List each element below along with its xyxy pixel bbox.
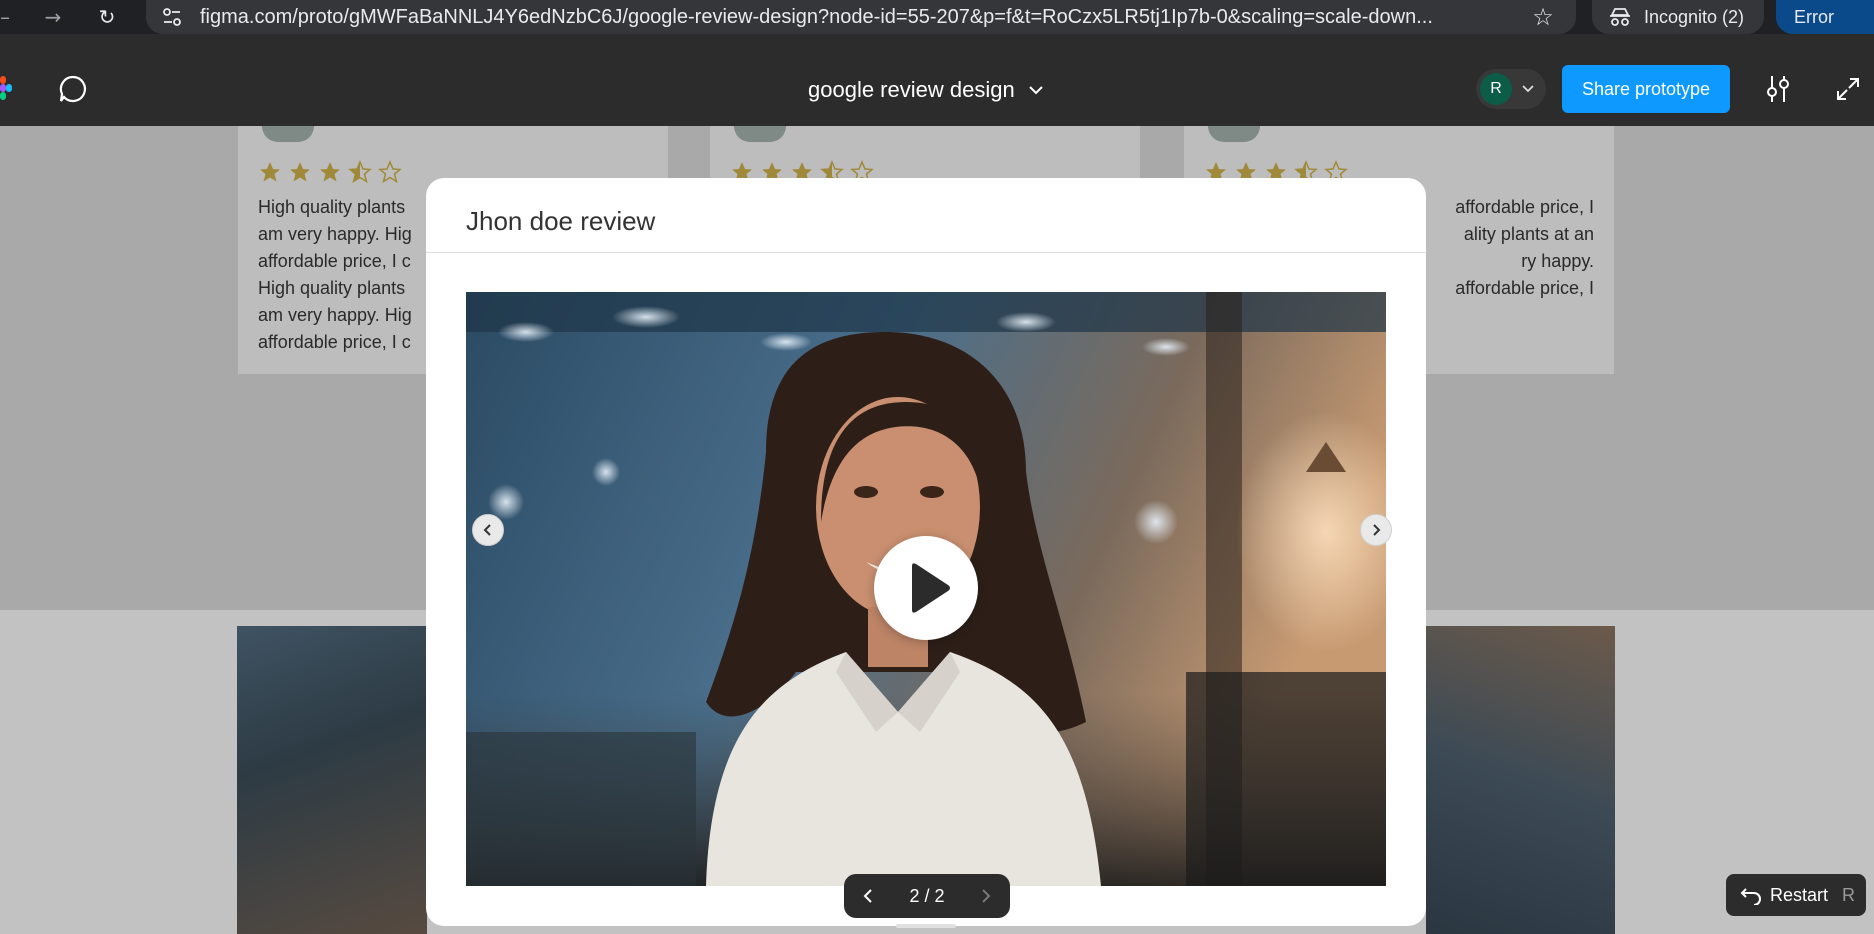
scroll-indicator bbox=[896, 924, 956, 928]
avatar: R bbox=[1480, 73, 1512, 105]
avatar bbox=[262, 126, 314, 142]
star-filled-icon bbox=[290, 162, 310, 182]
restart-shortcut: R bbox=[1842, 884, 1856, 905]
modal-divider bbox=[426, 252, 1426, 253]
avatar bbox=[734, 126, 786, 142]
restart-label: Restart bbox=[1770, 884, 1829, 905]
back-icon[interactable]: – bbox=[0, 4, 18, 30]
restart-button[interactable]: Restart R bbox=[1726, 874, 1866, 916]
restart-icon bbox=[1740, 888, 1761, 905]
file-title-dropdown[interactable]: google review design bbox=[808, 74, 1043, 106]
prototype-settings-icon[interactable] bbox=[1764, 74, 1792, 104]
star-filled-icon bbox=[260, 162, 280, 182]
profile-error-button[interactable]: Error bbox=[1776, 0, 1874, 34]
figma-logo-icon[interactable] bbox=[0, 76, 12, 100]
next-frame-icon[interactable] bbox=[980, 888, 992, 904]
browser-toolbar: – → ↻ figma.com/proto/gMWFaBaNNLJ4Y6edNz… bbox=[0, 0, 1874, 34]
play-button[interactable] bbox=[874, 536, 978, 640]
page-counter: 2 / 2 bbox=[909, 885, 945, 906]
comment-icon[interactable] bbox=[58, 74, 88, 104]
modal-title: Jhon doe review bbox=[466, 206, 656, 236]
collaborator-avatars[interactable]: R bbox=[1476, 69, 1546, 109]
incognito-label: Incognito (2) bbox=[1644, 6, 1745, 27]
carousel-next-button[interactable] bbox=[1360, 514, 1392, 546]
carousel-prev-button[interactable] bbox=[472, 514, 504, 546]
star-half-icon bbox=[348, 160, 372, 184]
background-video-thumbnail bbox=[237, 626, 427, 934]
avatar bbox=[1208, 126, 1260, 142]
play-icon bbox=[912, 563, 950, 613]
share-prototype-button[interactable]: Share prototype bbox=[1562, 65, 1730, 113]
chevron-right-icon bbox=[1373, 524, 1381, 536]
address-bar[interactable]: figma.com/proto/gMWFaBaNNLJ4Y6edNzbC6J/g… bbox=[146, 0, 1576, 34]
incognito-badge[interactable]: Incognito (2) bbox=[1592, 0, 1764, 34]
reload-icon[interactable]: ↻ bbox=[94, 4, 120, 30]
site-settings-icon[interactable] bbox=[162, 7, 182, 27]
incognito-icon bbox=[1610, 8, 1630, 26]
star-filled-icon bbox=[320, 162, 340, 182]
fullscreen-icon[interactable] bbox=[1836, 77, 1860, 101]
star-empty-icon bbox=[378, 160, 402, 184]
previous-frame-icon[interactable] bbox=[862, 888, 874, 904]
forward-icon[interactable]: → bbox=[40, 4, 66, 30]
url-text: figma.com/proto/gMWFaBaNNLJ4Y6edNzbC6J/g… bbox=[200, 5, 1433, 28]
prototype-pager: 2 / 2 bbox=[844, 874, 1010, 918]
chevron-down-icon bbox=[1522, 85, 1534, 93]
background-video-thumbnail bbox=[1426, 626, 1615, 934]
chevron-left-icon bbox=[483, 524, 491, 536]
error-label: Error bbox=[1794, 7, 1834, 27]
bookmark-star-icon[interactable]: ☆ bbox=[1530, 4, 1556, 30]
file-title: google review design bbox=[808, 77, 1015, 102]
chevron-down-icon bbox=[1028, 86, 1043, 95]
